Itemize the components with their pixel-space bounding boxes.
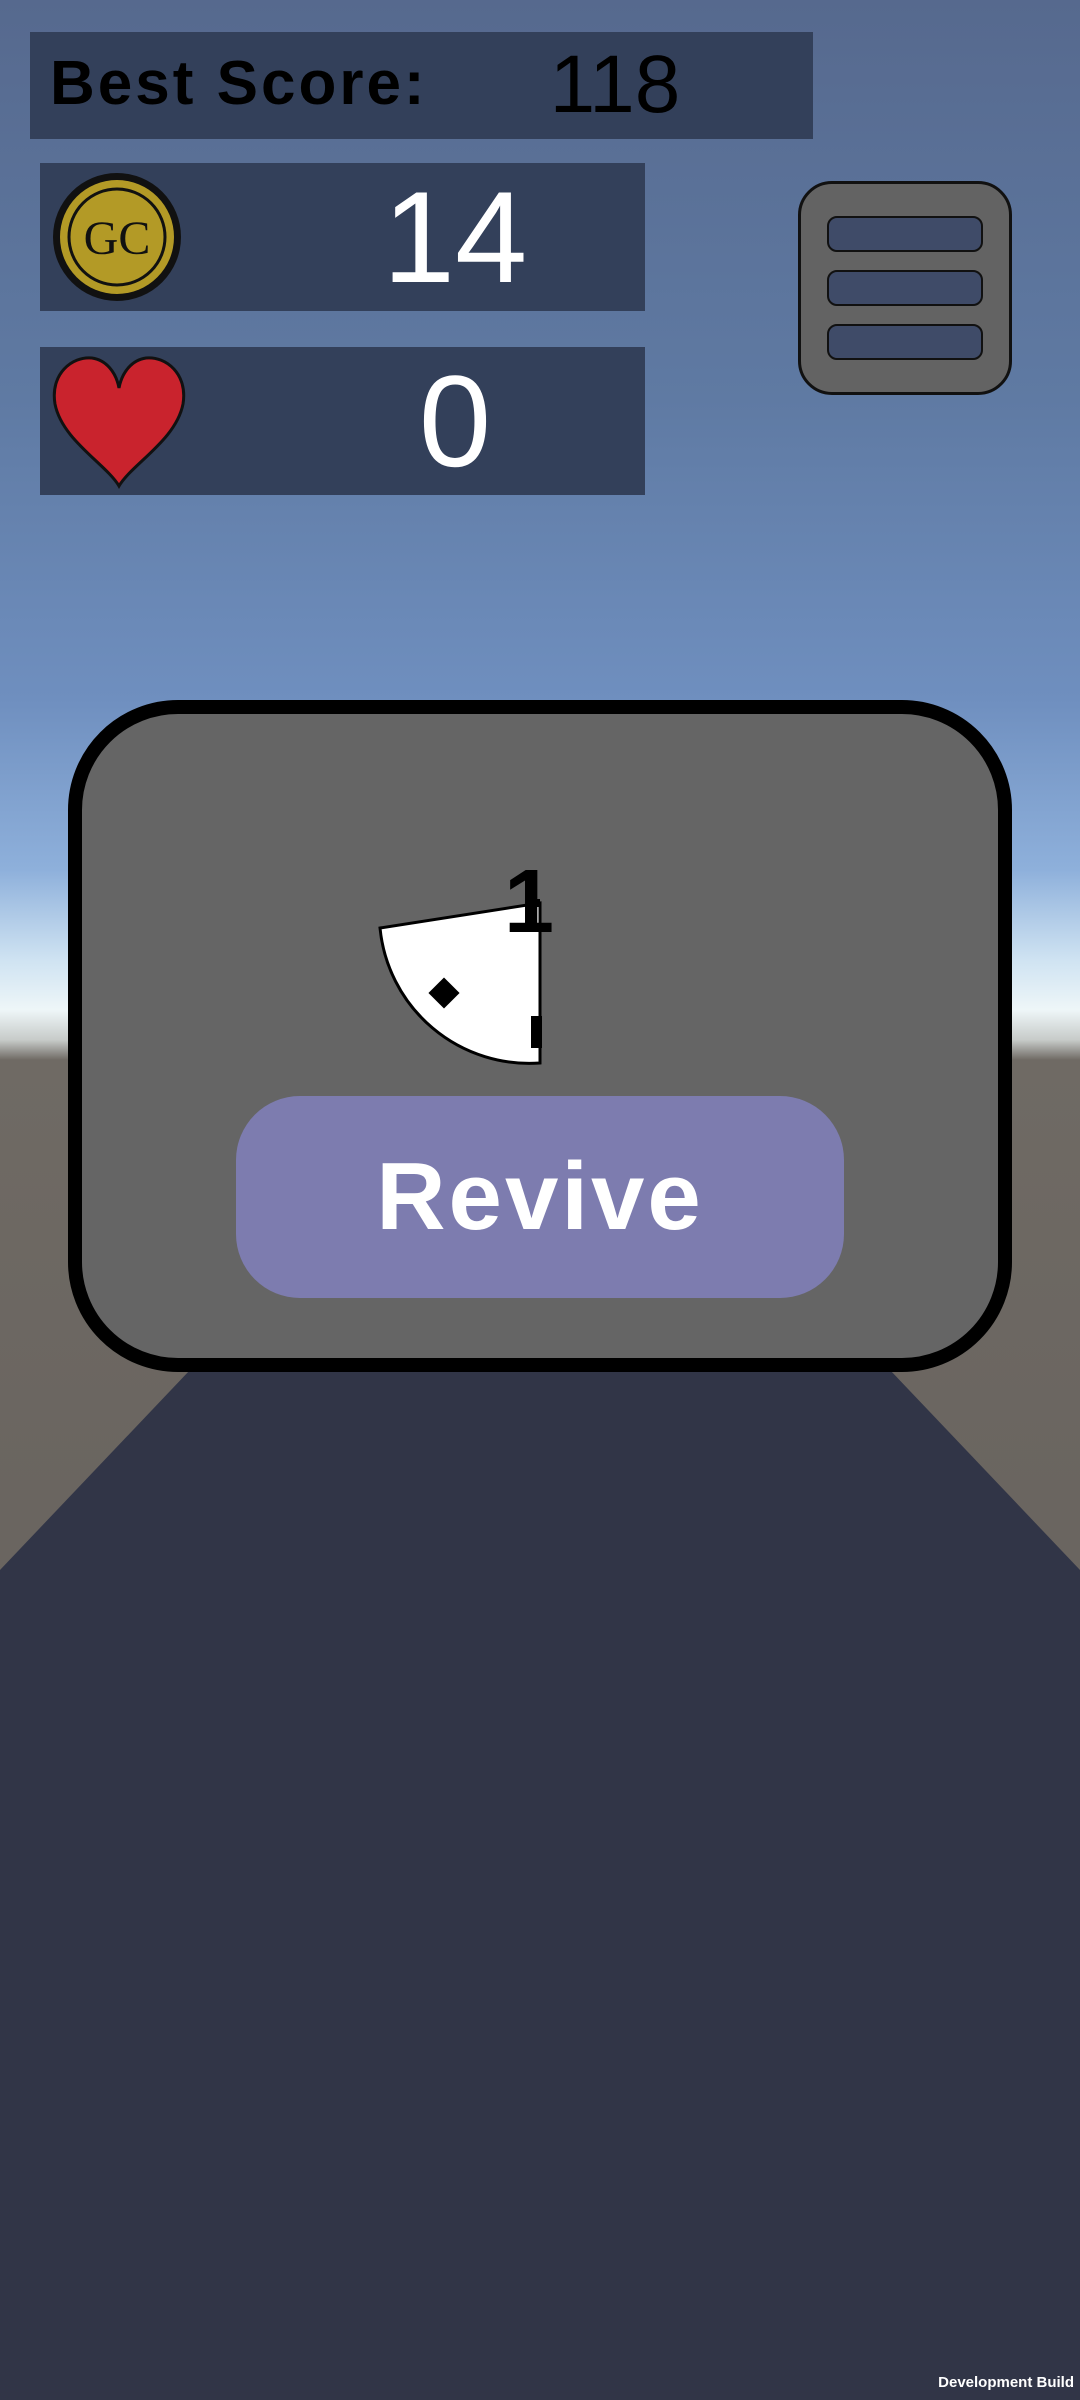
coin-count: 14 bbox=[382, 164, 528, 310]
menu-button[interactable] bbox=[798, 181, 1012, 395]
countdown-number: 1 bbox=[504, 852, 555, 952]
coin-icon-text: GC bbox=[84, 212, 151, 265]
best-score-value: 118 bbox=[549, 39, 681, 130]
lives-count: 0 bbox=[418, 348, 492, 494]
development-build-label: Development Build bbox=[938, 2374, 1074, 2391]
menu-bar-icon bbox=[827, 216, 983, 252]
revive-button[interactable]: Revive bbox=[236, 1096, 844, 1298]
gold-coin-icon: GC bbox=[53, 173, 181, 301]
best-score-label: Best Score: bbox=[50, 49, 428, 118]
heart-icon bbox=[52, 356, 186, 489]
menu-bar-icon bbox=[827, 270, 983, 306]
menu-bar-icon bbox=[827, 324, 983, 360]
